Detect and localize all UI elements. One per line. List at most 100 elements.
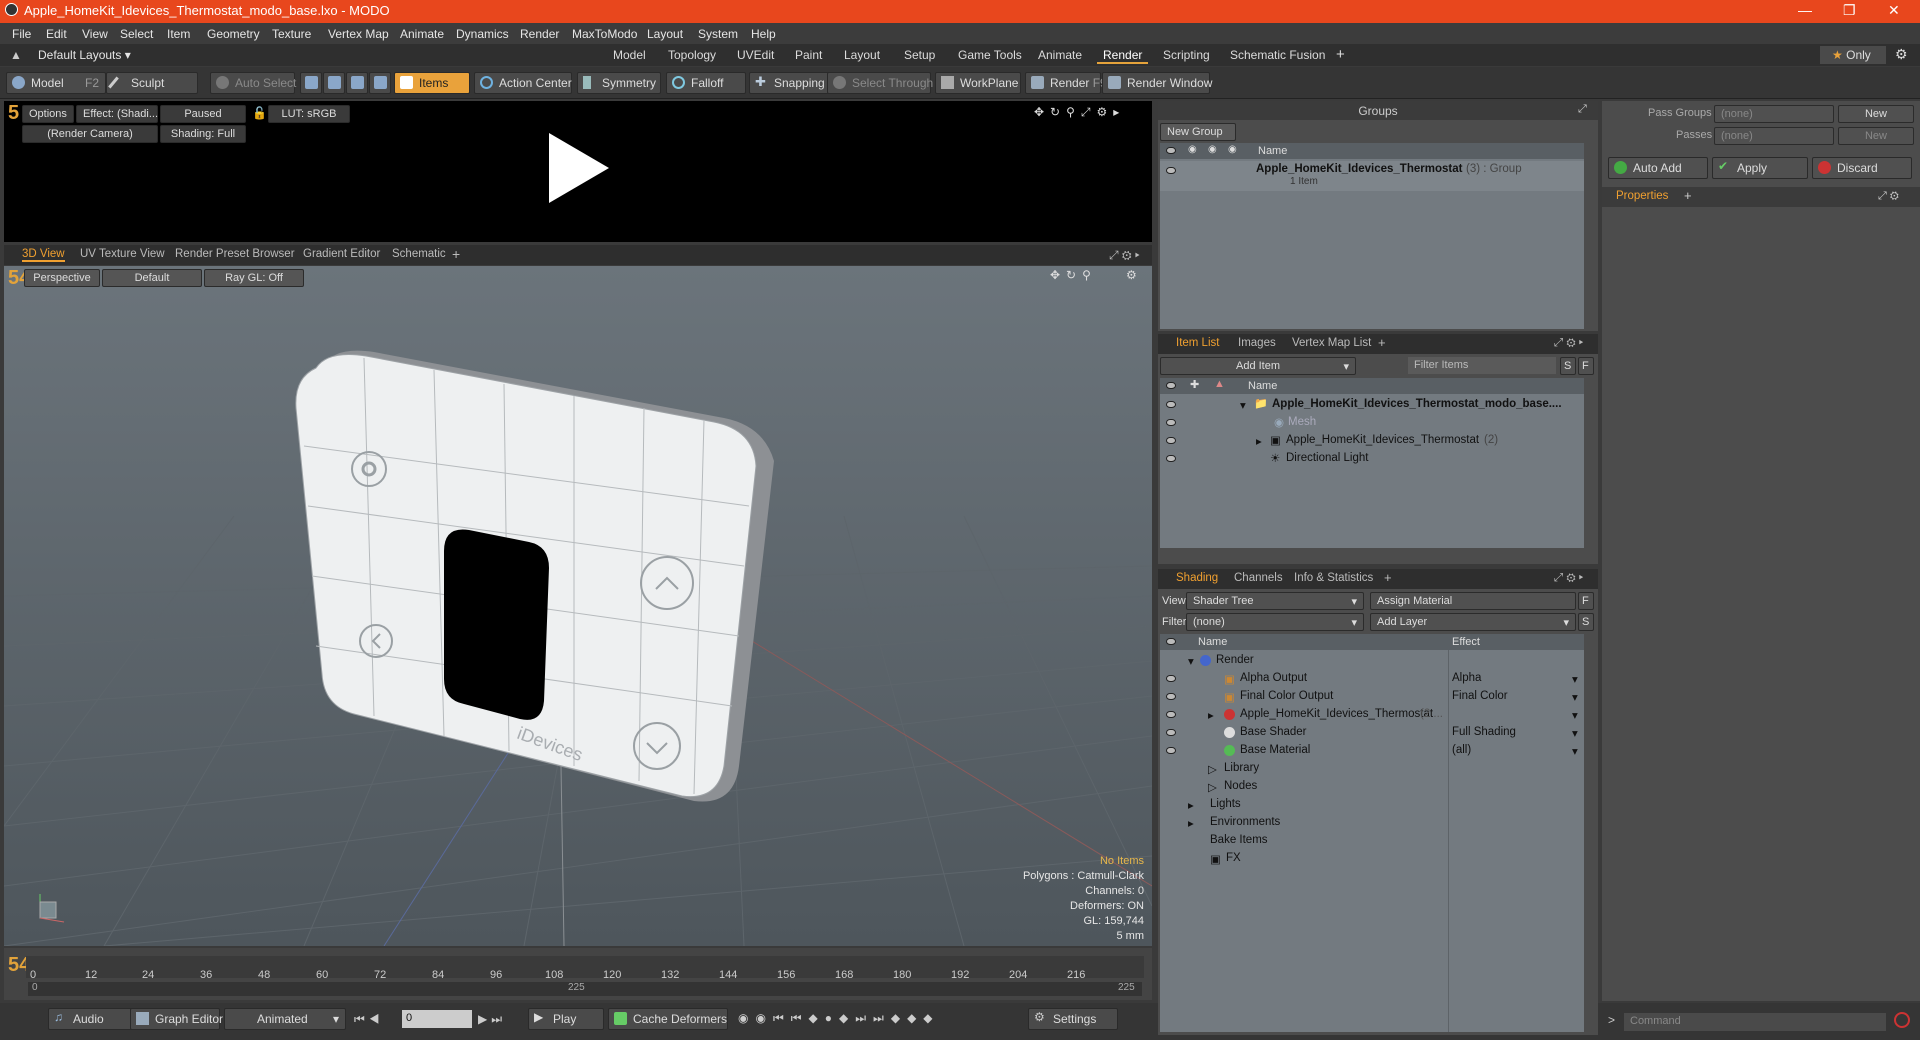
timeline-range-bar[interactable]: 0 225 225 xyxy=(28,982,1142,996)
select-through-button[interactable]: Select Through xyxy=(827,72,933,94)
add-layer-dropdown[interactable]: Add Layer ▾ xyxy=(1370,613,1576,631)
item-eye-col-icon[interactable] xyxy=(1166,382,1176,389)
tab-schematic-fusion[interactable]: Schematic Fusion xyxy=(1224,47,1331,64)
layout-arrow-icon[interactable]: ▲ xyxy=(10,48,22,62)
play-icon[interactable] xyxy=(544,133,614,203)
menu-help[interactable]: Help xyxy=(751,27,776,41)
shading-dropdown[interactable]: Shading: Full xyxy=(160,125,246,143)
restore-icon[interactable]: ❐ xyxy=(1843,2,1856,19)
base-material-eye-icon[interactable] xyxy=(1166,747,1176,754)
lut-dropdown[interactable]: LUT: sRGB xyxy=(268,105,350,123)
lock-col-icon[interactable]: ◉ xyxy=(1188,144,1197,155)
light-eye-icon[interactable] xyxy=(1166,455,1176,462)
shading-expand-icons[interactable]: ⤢ ⚙ ▸ xyxy=(1554,572,1583,585)
menu-texture[interactable]: Texture xyxy=(272,27,311,41)
model-button[interactable]: Model F2 xyxy=(6,72,106,94)
group-row[interactable]: Apple_HomeKit_Idevices_Thermostat (3) : … xyxy=(1160,161,1584,191)
menu-vertex-map[interactable]: Vertex Map xyxy=(328,27,389,41)
item-lock-col-icon[interactable]: ✚ xyxy=(1190,378,1199,391)
forward-icons[interactable]: ▶⏭ xyxy=(478,1012,506,1027)
thermostat-model[interactable]: iDevices xyxy=(294,346,914,846)
viewport-settings-icon[interactable]: ⚙ xyxy=(1126,268,1137,282)
command-input[interactable]: Command xyxy=(1624,1013,1886,1031)
tab-topology[interactable]: Topology xyxy=(662,47,722,64)
apply-button[interactable]: ✔ Apply xyxy=(1712,157,1808,179)
preview-controls-icons[interactable]: ✥↻⚲⤢⚙▸ xyxy=(1034,105,1125,120)
item-f-button[interactable]: F xyxy=(1578,357,1594,375)
rewind-icons[interactable]: ⏮◀ xyxy=(354,1012,384,1027)
item-row-mesh[interactable]: ◉ Mesh xyxy=(1160,414,1584,432)
render-expand-icon[interactable]: ▾ xyxy=(1188,654,1194,668)
menu-maxtomodo[interactable]: MaxToModo xyxy=(572,27,637,41)
item-row-group[interactable]: ▸ ▣ Apple_HomeKit_Idevices_Thermostat (2) xyxy=(1160,432,1584,450)
shader-eye-col-icon[interactable] xyxy=(1166,638,1176,645)
assign-material-button[interactable]: Assign Material xyxy=(1370,592,1576,610)
add-properties-tab-icon[interactable]: + xyxy=(1684,188,1692,203)
shader-row-nodes[interactable]: ▷ Nodes xyxy=(1160,778,1584,796)
cache-deformers-button[interactable]: Cache Deformers xyxy=(608,1008,728,1030)
tab-setup[interactable]: Setup xyxy=(898,47,941,64)
timeline-ruler[interactable] xyxy=(26,956,1144,978)
effect-dropdown[interactable]: Effect: (Shadi... xyxy=(76,105,158,123)
filter-dropdown[interactable]: (none) ▾ xyxy=(1186,613,1364,631)
layout-dropdown[interactable]: Default Layouts ▾ xyxy=(38,48,131,62)
effect-final-color-dropdown-icon[interactable]: ▾ xyxy=(1572,690,1578,704)
3d-viewport[interactable]: 54 Perspective Default Ray GL: Off ✥↻⚲ ⚙… xyxy=(4,266,1152,946)
passes-new-button[interactable]: New xyxy=(1838,127,1914,145)
discard-button[interactable]: Discard xyxy=(1812,157,1912,179)
alpha-eye-icon[interactable] xyxy=(1166,675,1176,682)
shader-row-fx[interactable]: ▣ FX xyxy=(1160,850,1584,868)
key-transport-icons[interactable]: ◉◉⏮⏮◆●◆⏭⏭◆◆◆ xyxy=(738,1011,940,1026)
record-icon[interactable] xyxy=(1894,1012,1910,1028)
tab-paint[interactable]: Paint xyxy=(789,47,828,64)
tab-properties[interactable]: Properties xyxy=(1616,190,1668,202)
audio-button[interactable]: ♫ Audio xyxy=(48,1008,132,1030)
item-row-light[interactable]: ☀ Directional Light xyxy=(1160,450,1584,468)
tab-uvedit[interactable]: UVEdit xyxy=(731,47,780,64)
auto-add-button[interactable]: Auto Add xyxy=(1608,157,1708,179)
shading-f-button[interactable]: F xyxy=(1578,592,1594,610)
properties-expand-icons[interactable]: ⤢ ⚙ xyxy=(1878,190,1899,203)
shader-row-bake-items[interactable]: Bake Items xyxy=(1160,832,1584,850)
viewport-expand-icons[interactable]: ⤢ ⚙ ▸ xyxy=(1109,248,1140,263)
material-group-eye-icon[interactable] xyxy=(1166,711,1176,718)
pass-groups-dropdown[interactable]: (none) xyxy=(1714,105,1834,123)
shader-row-lights[interactable]: ▸ Lights xyxy=(1160,796,1584,814)
add-item-list-tab-icon[interactable]: + xyxy=(1378,335,1386,350)
add-viewport-tab-icon[interactable]: + xyxy=(452,246,460,262)
viewport-nav-icons[interactable]: ✥↻⚲ xyxy=(1050,268,1097,282)
groups-expand-icon[interactable]: ⤢ xyxy=(1578,103,1587,116)
lock-icon[interactable]: 🔓 xyxy=(252,106,267,120)
add-tab-icon[interactable]: + xyxy=(1336,46,1345,63)
pass-new-button[interactable]: New xyxy=(1838,105,1914,123)
render-col-icon[interactable]: ◉ xyxy=(1208,144,1217,155)
tab-images[interactable]: Images xyxy=(1238,337,1276,349)
menu-dynamics[interactable]: Dynamics xyxy=(456,27,509,41)
item-type-col-icon[interactable]: ▲ xyxy=(1214,378,1225,390)
tab-animate[interactable]: Animate xyxy=(1032,47,1088,64)
play-button[interactable]: ▶ Play xyxy=(528,1008,604,1030)
only-toggle[interactable]: ★ Only xyxy=(1820,46,1886,64)
filter-items-input[interactable]: Filter Items xyxy=(1408,357,1556,374)
tab-item-list[interactable]: Item List xyxy=(1176,337,1219,349)
new-group-button[interactable]: New Group xyxy=(1160,123,1236,141)
camera-dropdown[interactable]: (Render Camera) xyxy=(22,125,158,143)
shader-row-render[interactable]: ▾ Render xyxy=(1160,652,1584,670)
tab-schematic[interactable]: Schematic xyxy=(392,248,446,260)
eye-icon[interactable] xyxy=(1166,147,1176,154)
workplane-button[interactable]: WorkPlane xyxy=(935,72,1021,94)
shader-row-material-group[interactable]: ▸ Apple_HomeKit_Idevices_Thermostat (2 ...… xyxy=(1160,706,1584,724)
scene-eye-icon[interactable] xyxy=(1166,401,1176,408)
shading-s-button[interactable]: S xyxy=(1578,613,1594,631)
tab-game-tools[interactable]: Game Tools xyxy=(952,47,1028,64)
snapping-button[interactable]: ✚ Snapping xyxy=(749,72,831,94)
vertices-mode-button[interactable] xyxy=(300,72,322,94)
render-preview[interactable]: 5 Options Effect: (Shadi... Paused 🔓 LUT… xyxy=(4,101,1152,242)
tab-render[interactable]: Render xyxy=(1097,47,1149,64)
item-list-expand-icons[interactable]: ⤢ ⚙ ▸ xyxy=(1554,337,1583,350)
add-item-dropdown[interactable]: Add Item ▾ xyxy=(1160,357,1356,375)
base-shader-eye-icon[interactable] xyxy=(1166,729,1176,736)
frame-input[interactable]: 0 xyxy=(402,1010,472,1028)
symmetry-button[interactable]: Symmetry xyxy=(577,72,661,94)
menu-render[interactable]: Render xyxy=(520,27,559,41)
